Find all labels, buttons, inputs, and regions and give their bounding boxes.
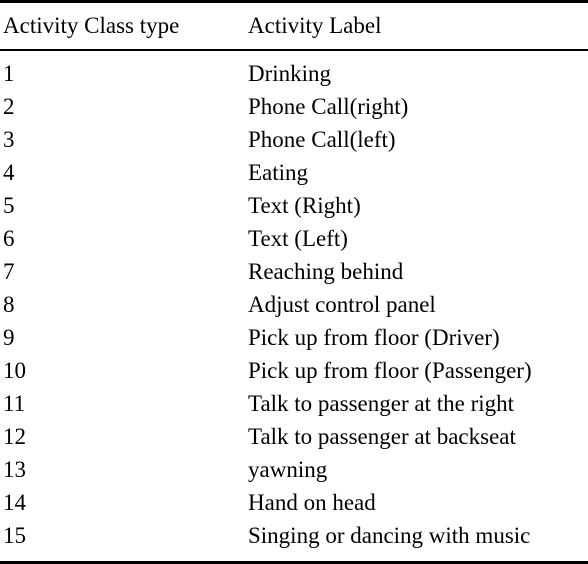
cell-activity-class-type: 2 [3,94,15,119]
header-activity-label: Activity Label [248,13,382,38]
table-header-rule [0,49,588,51]
table-row: 13 yawning [0,453,588,486]
cell-activity-class-type: 6 [3,226,15,251]
cell-activity-label: Pick up from floor (Driver) [248,325,500,350]
cell-activity-label: Pick up from floor (Passenger) [248,358,532,383]
cell-activity-label: Adjust control panel [248,292,436,317]
cell-activity-label: Drinking [248,61,332,86]
cell-activity-label: Talk to passenger at backseat [248,424,516,449]
cell-activity-label: yawning [248,457,328,482]
cell-activity-class-type: 11 [3,391,26,416]
cell-activity-class-type: 4 [3,160,15,185]
cell-activity-label: Talk to passenger at the right [248,391,515,416]
table-row: 9 Pick up from floor (Driver) [0,321,588,354]
cell-activity-label: Eating [248,160,309,185]
cell-activity-class-type: 12 [3,424,26,449]
table-row: 14 Hand on head [0,486,588,519]
cell-activity-label: Text (Left) [248,226,348,251]
table-row: 11 Talk to passenger at the right [0,387,588,420]
cell-activity-label: Hand on head [248,490,376,515]
table-top-rule [0,0,588,3]
table-row: 8 Adjust control panel [0,288,588,321]
cell-activity-class-type: 15 [3,523,26,548]
table-row: 4 Eating [0,156,588,189]
table-row: 15 Singing or dancing with music [0,519,588,552]
table-row: 5 Text (Right) [0,189,588,222]
table-header-row: Activity Class type Activity Label [0,9,588,42]
cell-activity-label: Reaching behind [248,259,404,284]
cell-activity-class-type: 1 [3,61,15,86]
cell-activity-label: Singing or dancing with music [248,523,531,548]
cell-activity-label: Phone Call(right) [248,94,409,119]
cell-activity-class-type: 7 [3,259,15,284]
cell-activity-label: Text (Right) [248,193,361,218]
cell-activity-class-type: 14 [3,490,26,515]
cell-activity-class-type: 10 [3,358,26,383]
cell-activity-class-type: 5 [3,193,15,218]
cell-activity-class-type: 13 [3,457,26,482]
table-row: 6 Text (Left) [0,222,588,255]
activity-class-table: Activity Class type Activity Label 1 Drin… [0,0,588,564]
table-row: 2 Phone Call(right) [0,90,588,123]
header-activity-class-type: Activity Class type [3,13,180,38]
cell-activity-class-type: 3 [3,127,15,152]
table-row: 10 Pick up from floor (Passenger) [0,354,588,387]
cell-activity-class-type: 8 [3,292,15,317]
table-row: 1 Drinking [0,57,588,90]
cell-activity-label: Phone Call(left) [248,127,396,152]
table-row: 12 Talk to passenger at backseat [0,420,588,453]
table-row: 3 Phone Call(left) [0,123,588,156]
cell-activity-class-type: 9 [3,325,15,350]
table-row: 7 Reaching behind [0,255,588,288]
